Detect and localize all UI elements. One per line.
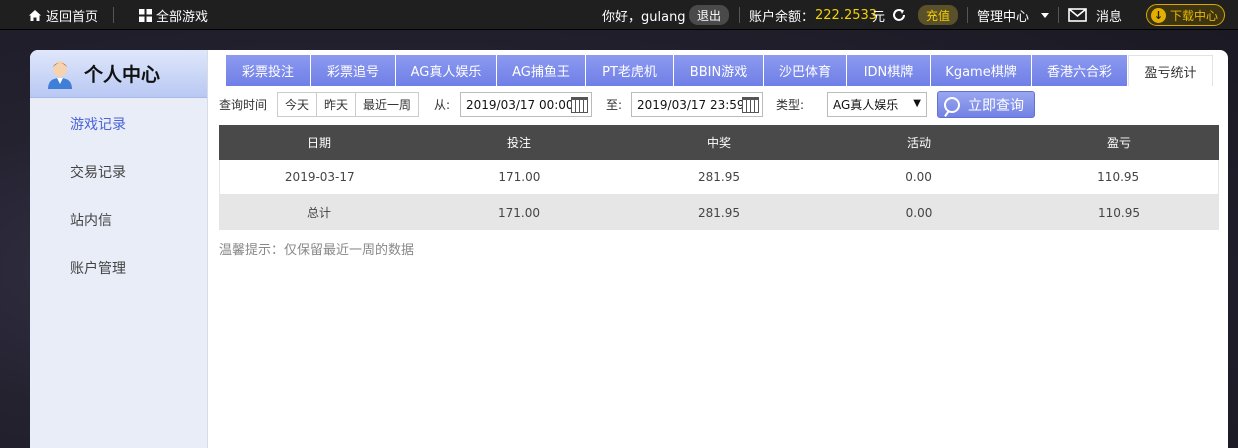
divider bbox=[1058, 7, 1059, 23]
retention-tip: 温馨提示：仅保留最近一周的数据 bbox=[219, 243, 415, 258]
last-week-button[interactable]: 最近一周 bbox=[356, 93, 418, 116]
game-tabs: 彩票投注 彩票追号 AG真人娱乐 AG捕鱼王 PT老虎机 BBIN游戏 沙巴体育… bbox=[226, 55, 1213, 86]
tab-lottery-bets[interactable]: 彩票投注 bbox=[226, 55, 311, 86]
tab-hk-mark-six[interactable]: 香港六合彩 bbox=[1032, 55, 1128, 86]
column-header-profit-loss: 盈亏 bbox=[1106, 136, 1131, 150]
sidebar-item-inbox[interactable]: 站内信 bbox=[70, 210, 112, 230]
from-label: 从: bbox=[434, 98, 451, 112]
sidebar-item-account-management[interactable]: 账户管理 bbox=[70, 258, 126, 278]
from-date-value: 2019/03/17 00:00 bbox=[466, 97, 574, 112]
query-time-label: 查询时间 bbox=[219, 98, 268, 112]
table-cell: 281.95 bbox=[698, 205, 740, 220]
manage-menu-label: 管理中心 bbox=[977, 9, 1030, 25]
table-cell: 281.95 bbox=[697, 170, 740, 184]
to-date-value: 2019/03/17 23:59 bbox=[637, 97, 745, 112]
sidebar-title: 个人中心 bbox=[84, 64, 161, 86]
divider bbox=[967, 7, 968, 23]
recharge-button[interactable]: 充值 bbox=[918, 5, 959, 25]
to-label: 至: bbox=[606, 98, 623, 112]
sidebar: 个人中心 游戏记录 交易记录 站内信 账户管理 bbox=[30, 50, 208, 448]
table-cell: 110.95 bbox=[1098, 205, 1140, 220]
messages-label: 消息 bbox=[1096, 9, 1123, 25]
logout-button[interactable]: 退出 bbox=[689, 5, 730, 25]
sidebar-header: 个人中心 bbox=[30, 50, 207, 98]
tab-profit-loss[interactable]: 盈亏统计 bbox=[1128, 55, 1213, 86]
column-header-date: 日期 bbox=[306, 136, 331, 150]
user-icon bbox=[48, 60, 72, 89]
refresh-button[interactable] bbox=[891, 0, 907, 30]
balance-label: 账户余额： bbox=[749, 9, 815, 25]
tab-bbin-games[interactable]: BBIN游戏 bbox=[674, 55, 764, 86]
download-button[interactable]: ↓ 下载中心 bbox=[1146, 4, 1226, 26]
currency-label: 元 bbox=[872, 9, 886, 25]
query-button[interactable]: 立即查询 bbox=[937, 91, 1035, 118]
table-total-row: 总计 171.00 281.95 0.00 110.95 bbox=[219, 195, 1219, 230]
balance-value: 222.2533 bbox=[815, 7, 878, 23]
table-row: 2019-03-17 171.00 281.95 0.00 110.95 bbox=[219, 160, 1219, 195]
dropdown-arrow-icon: ▼ bbox=[913, 98, 921, 109]
type-label: 类型: bbox=[776, 98, 805, 112]
home-link[interactable]: 返回首页 bbox=[28, 0, 98, 30]
tab-ag-live[interactable]: AG真人娱乐 bbox=[396, 55, 497, 86]
quick-range-group: 今天 昨天 最近一周 bbox=[277, 92, 420, 117]
table-cell: 总计 bbox=[306, 206, 331, 220]
table-cell: 110.95 bbox=[1097, 170, 1140, 184]
calendar-icon[interactable] bbox=[742, 97, 759, 113]
type-select[interactable]: AG真人娱乐 ▼ bbox=[827, 92, 927, 117]
table-cell: 171.00 bbox=[498, 205, 540, 220]
all-games-link[interactable]: 全部游戏 bbox=[139, 0, 208, 30]
table-header: 日期 投注 中奖 活动 盈亏 bbox=[219, 125, 1219, 160]
personal-center-panel: 个人中心 游戏记录 交易记录 站内信 账户管理 彩票投注 彩票追号 AG真人娱乐… bbox=[30, 50, 1228, 448]
search-icon bbox=[944, 96, 960, 113]
download-label: 下载中心 bbox=[1170, 8, 1219, 23]
grid-icon bbox=[139, 8, 152, 22]
sidebar-item-game-records[interactable]: 游戏记录 bbox=[70, 114, 126, 134]
download-icon: ↓ bbox=[1151, 7, 1166, 23]
from-date-input[interactable]: 2019/03/17 00:00 bbox=[460, 92, 592, 117]
caret-down-icon bbox=[1041, 12, 1050, 18]
divider bbox=[739, 7, 740, 23]
all-games-label: 全部游戏 bbox=[156, 9, 209, 25]
tab-idn-chess[interactable]: IDN棋牌 bbox=[847, 55, 931, 86]
column-header-activity: 活动 bbox=[906, 136, 931, 150]
home-link-label: 返回首页 bbox=[46, 9, 99, 25]
messages-link[interactable]: 消息 bbox=[1068, 0, 1122, 30]
tab-ag-fishing[interactable]: AG捕鱼王 bbox=[497, 55, 586, 86]
column-header-win: 中奖 bbox=[706, 136, 731, 150]
tab-pt-slots[interactable]: PT老虎机 bbox=[586, 55, 674, 86]
tab-saba-sports[interactable]: 沙巴体育 bbox=[764, 55, 847, 86]
table-cell: 0.00 bbox=[905, 205, 933, 220]
home-icon bbox=[29, 9, 41, 21]
yesterday-button[interactable]: 昨天 bbox=[317, 93, 357, 116]
table-cell: 0.00 bbox=[905, 170, 932, 184]
query-button-label: 立即查询 bbox=[968, 97, 1024, 114]
table-cell: 2019-03-17 bbox=[284, 170, 355, 184]
sidebar-item-transaction-records[interactable]: 交易记录 bbox=[70, 162, 126, 182]
calendar-icon[interactable] bbox=[571, 97, 588, 113]
column-header-bet: 投注 bbox=[506, 136, 531, 150]
table-cell: 171.00 bbox=[498, 170, 541, 184]
profit-loss-table: 日期 投注 中奖 活动 盈亏 2019-03-17 171.00 281.95 … bbox=[219, 125, 1219, 230]
top-bar: 返回首页 全部游戏 你好，gulang 退出 账户余额： 222.2533 元 … bbox=[0, 0, 1238, 30]
to-date-input[interactable]: 2019/03/17 23:59 bbox=[631, 92, 763, 117]
manage-menu[interactable]: 管理中心 bbox=[977, 0, 1050, 30]
greeting: 你好，gulang bbox=[602, 9, 686, 25]
tab-lottery-chase[interactable]: 彩票追号 bbox=[311, 55, 396, 86]
tab-kgame-chess[interactable]: Kgame棋牌 bbox=[931, 55, 1032, 86]
mail-icon bbox=[1068, 8, 1087, 22]
type-select-value: AG真人娱乐 bbox=[833, 98, 899, 112]
today-button[interactable]: 今天 bbox=[278, 93, 318, 116]
refresh-icon bbox=[893, 9, 905, 21]
divider bbox=[113, 7, 114, 23]
